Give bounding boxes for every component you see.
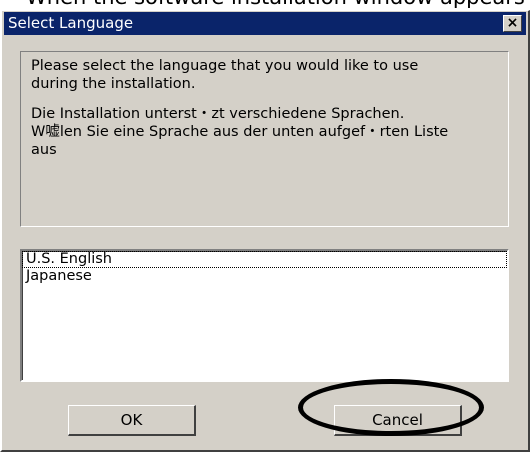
language-option-japanese[interactable]: Japanese [22,268,507,285]
language-option-us-english[interactable]: U.S. English [22,251,507,268]
instructions-english: Please select the language that you woul… [31,58,419,92]
instructions-panel: Please select the language that you woul… [20,51,509,227]
close-button[interactable]: × [503,15,522,32]
title-bar: Select Language × [4,12,526,35]
window-title: Select Language [8,14,134,32]
select-language-dialog: Select Language × Please select the lang… [0,10,530,452]
page-caption: When the software installation window ap… [0,0,530,8]
ok-button[interactable]: OK [68,405,196,436]
cancel-button[interactable]: Cancel [334,405,462,436]
language-listbox[interactable]: U.S. English Japanese [20,249,509,382]
instructions-german: Die Installation unterst・zt verschiedene… [31,106,449,158]
